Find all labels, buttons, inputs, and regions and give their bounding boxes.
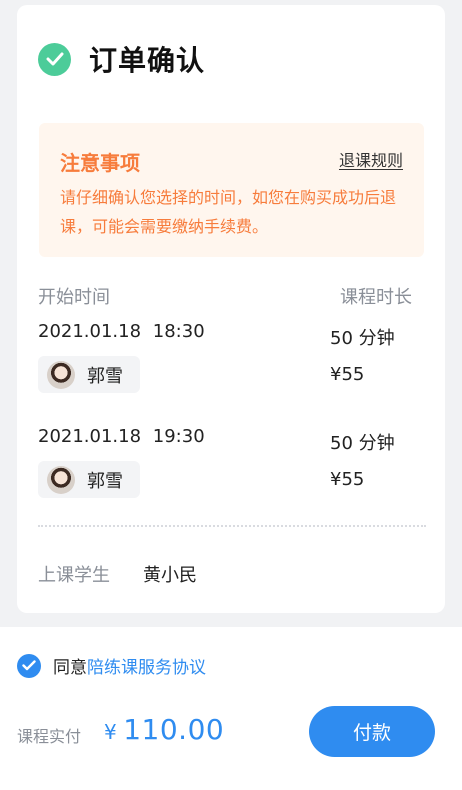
notice-box: 注意事项 退课规则 请仔细确认您选择的时间，如您在购买成功后退课，可能会需要缴纳…	[39, 123, 424, 257]
agreement-prefix: 同意	[53, 658, 87, 678]
avatar	[47, 360, 75, 389]
divider	[38, 525, 426, 527]
teacher-name: 郭雪	[87, 365, 123, 387]
lesson-price: ¥55	[330, 469, 365, 490]
avatar	[47, 465, 75, 494]
notice-title: 注意事项	[60, 151, 140, 175]
payment-bar: 同意 陪练课服务协议 课程实付 ¥110.00 付款	[0, 627, 462, 790]
start-time-header: 开始时间	[38, 287, 110, 308]
teacher-name: 郭雪	[87, 470, 123, 492]
page-title: 订单确认	[89, 44, 206, 77]
check-circle-icon	[38, 42, 71, 76]
lesson-time: 2021.01.18 19:30	[38, 426, 205, 447]
notice-text: 请仔细确认您选择的时间，如您在购买成功后退课，可能会需要缴纳手续费。	[60, 188, 397, 236]
pay-button[interactable]: 付款	[309, 706, 435, 757]
duration-header: 课程时长	[340, 287, 412, 308]
agreement-row[interactable]: 同意 陪练课服务协议	[17, 653, 206, 678]
teacher-chip: 郭雪	[38, 356, 140, 393]
service-agreement-link[interactable]: 陪练课服务协议	[87, 653, 206, 678]
payment-label: 课程实付	[17, 727, 82, 746]
payment-amount: ¥110.00	[104, 713, 224, 746]
lesson-duration: 50 分钟	[330, 433, 395, 454]
lesson-time: 2021.01.18 18:30	[38, 321, 205, 342]
order-card: 订单确认 注意事项 退课规则 请仔细确认您选择的时间，如您在购买成功后退课，可能…	[17, 5, 445, 613]
currency-symbol: ¥	[104, 720, 118, 744]
lesson-price: ¥55	[330, 364, 365, 385]
amount-value: 110.00	[123, 713, 225, 746]
lesson-duration: 50 分钟	[330, 328, 395, 349]
checkbox-checked-icon[interactable]	[17, 653, 41, 678]
teacher-chip: 郭雪	[38, 461, 140, 498]
refund-rules-link[interactable]: 退课规则	[339, 147, 403, 171]
student-name: 黄小民	[143, 565, 197, 586]
order-header: 订单确认	[38, 39, 205, 79]
student-label: 上课学生	[38, 565, 110, 586]
